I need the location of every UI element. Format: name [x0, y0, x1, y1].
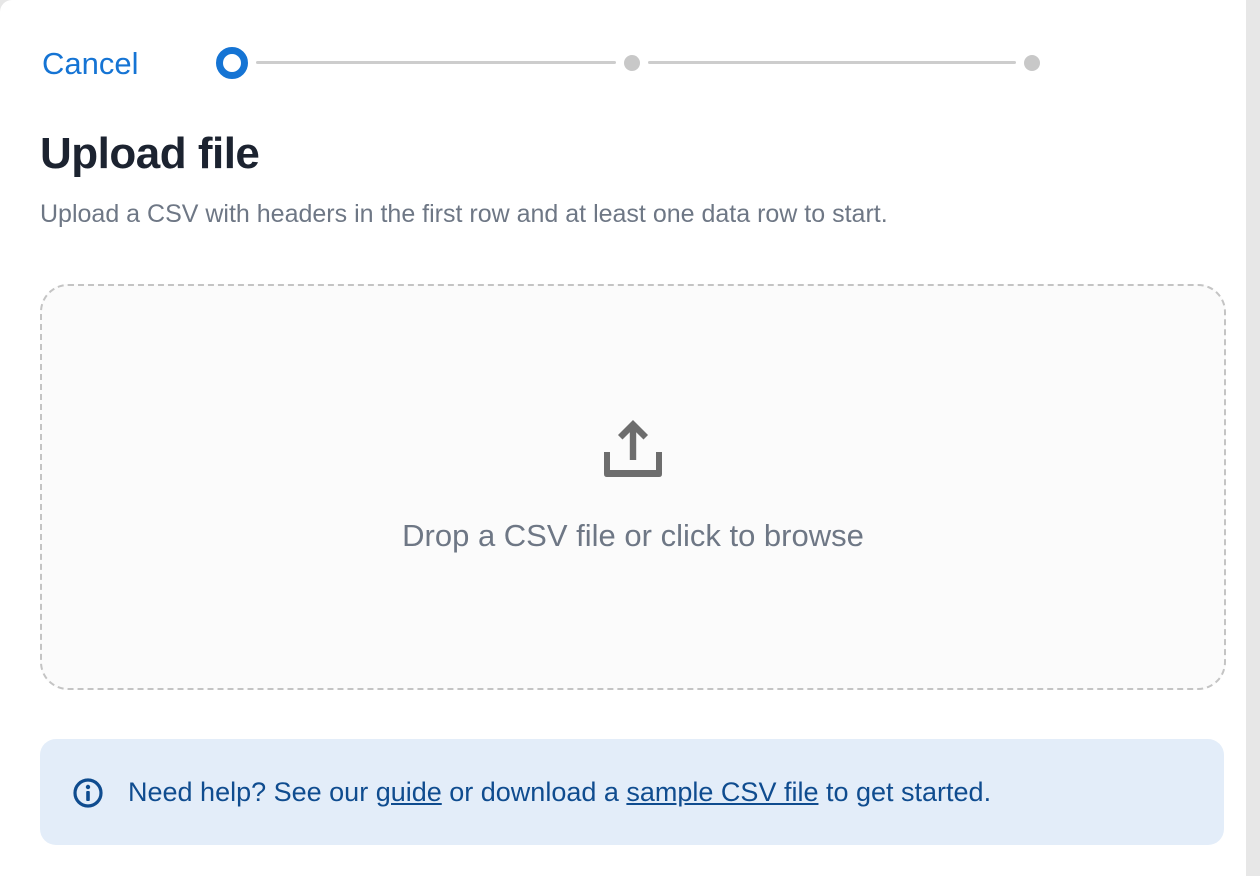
dropzone-label: Drop a CSV file or click to browse [402, 518, 864, 553]
step-2 [624, 55, 640, 71]
page-title: Upload file [40, 129, 260, 178]
help-text-after: to get started. [818, 777, 992, 807]
cancel-button[interactable]: Cancel [42, 44, 139, 84]
step-connector [256, 61, 616, 64]
upload-dialog: Cancel Upload file Upload a CSV with hea… [0, 0, 1246, 876]
step-1-current [216, 47, 248, 79]
step-3 [1024, 55, 1040, 71]
step-connector [648, 61, 1016, 64]
file-dropzone[interactable]: Drop a CSV file or click to browse [40, 284, 1226, 690]
info-icon [73, 778, 103, 808]
help-text-middle: or download a [441, 777, 627, 807]
help-banner: Need help? See our guide or download a s… [40, 739, 1224, 845]
guide-link[interactable]: guide [376, 777, 442, 807]
upload-icon [604, 420, 662, 477]
help-text-before: Need help? See our [128, 777, 376, 807]
page-subtitle: Upload a CSV with headers in the first r… [40, 200, 888, 228]
progress-stepper [216, 47, 1046, 79]
sample-csv-link[interactable]: sample CSV file [626, 777, 818, 807]
help-text: Need help? See our guide or download a s… [128, 773, 991, 811]
